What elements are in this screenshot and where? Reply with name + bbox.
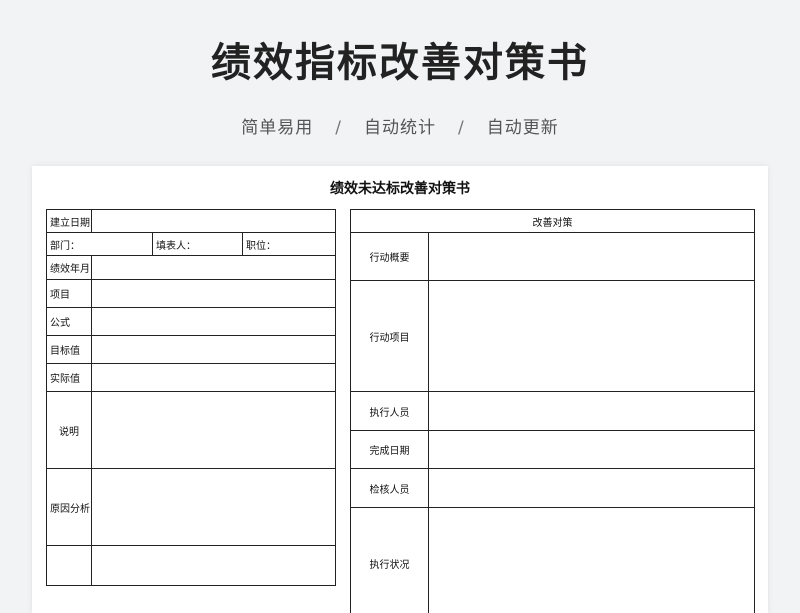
field-completion-date[interactable] xyxy=(428,430,755,469)
label-completion-date: 完成日期 xyxy=(350,430,429,469)
label-description: 说明 xyxy=(46,391,92,469)
field-description[interactable] xyxy=(90,391,337,469)
field-actual[interactable] xyxy=(90,363,337,392)
field-executor[interactable] xyxy=(428,391,755,431)
countermeasure-table: 改善对策 行动概要 行动项目 执行人员 完成日期 检核人员 执行状况 xyxy=(350,209,755,613)
page-title: 绩效指标改善对策书 xyxy=(211,40,589,86)
feature-2: 自动统计 xyxy=(364,118,436,138)
field-reviewer[interactable] xyxy=(428,468,755,508)
field-formula[interactable] xyxy=(90,307,337,336)
label-executor: 执行人员 xyxy=(350,391,429,431)
label-execution-status: 执行状况 xyxy=(350,507,429,613)
label-formula: 公式 xyxy=(46,307,92,336)
label-item: 项目 xyxy=(46,279,92,308)
label-actual: 实际值 xyxy=(46,363,92,392)
label-position: 职位： xyxy=(241,232,337,256)
separator: / xyxy=(335,118,342,138)
label-cause: 原因分析 xyxy=(46,468,92,546)
label-filler: 填表人： xyxy=(152,232,243,256)
separator: / xyxy=(458,118,465,138)
field-item[interactable] xyxy=(90,279,337,308)
feature-1: 简单易用 xyxy=(241,118,314,138)
label-month: 绩效年月 xyxy=(46,255,92,280)
label-action-summary: 行动概要 xyxy=(350,232,429,281)
info-table: 建立日期 部门： 填表人： 职位： 绩效年月 项目 公式 目标值 实际值 说明 … xyxy=(46,209,337,586)
label-reviewer: 检核人员 xyxy=(350,468,429,508)
field-action-items[interactable] xyxy=(428,280,755,392)
countermeasure-header: 改善对策 xyxy=(350,209,755,233)
feature-tagline: 简单易用 / 自动统计 / 自动更新 xyxy=(0,113,800,138)
field-date[interactable] xyxy=(90,209,337,233)
field-execution-status[interactable] xyxy=(428,507,755,613)
label-empty xyxy=(46,545,92,586)
field-cause[interactable] xyxy=(90,468,337,546)
label-date: 建立日期 xyxy=(46,209,92,233)
field-extra[interactable] xyxy=(90,545,337,586)
label-target: 目标值 xyxy=(46,335,92,364)
feature-3: 自动更新 xyxy=(486,118,559,138)
field-target[interactable] xyxy=(90,335,337,364)
label-action-items: 行动项目 xyxy=(350,280,429,392)
document-title: 绩效未达标改善对策书 xyxy=(330,181,470,197)
field-month[interactable] xyxy=(90,255,337,280)
label-department: 部门： xyxy=(46,232,153,256)
field-action-summary[interactable] xyxy=(428,232,755,281)
document-sheet: 绩效未达标改善对策书 建立日期 部门： 填表人： 职位： 绩效年月 项目 公式 … xyxy=(32,166,768,613)
